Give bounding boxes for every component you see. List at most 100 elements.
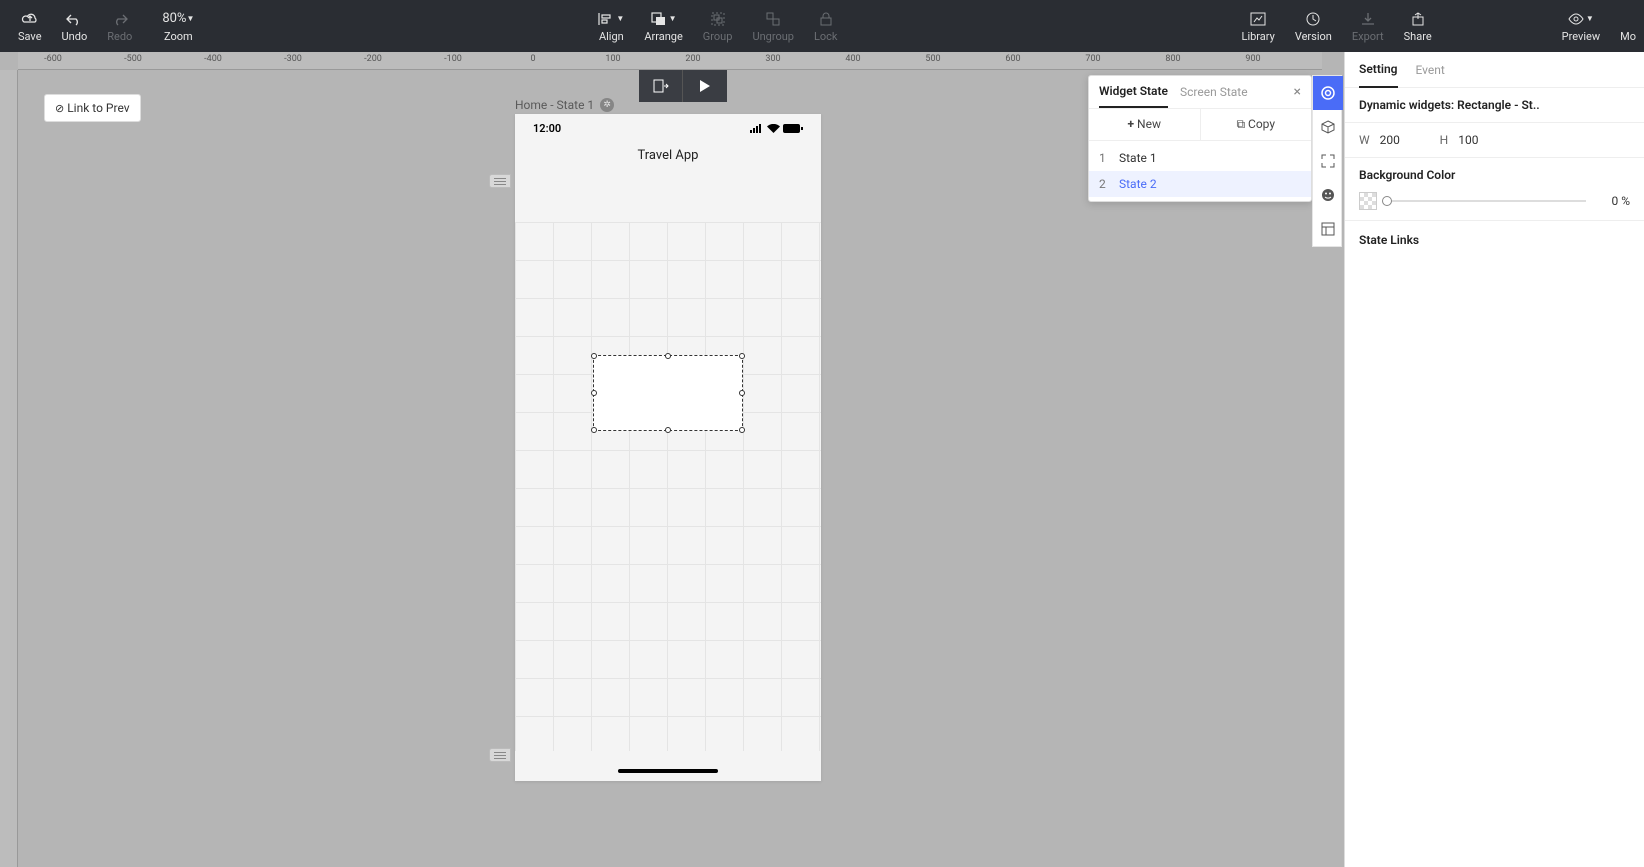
smiley-icon[interactable] bbox=[1313, 178, 1343, 212]
resize-handle[interactable] bbox=[739, 427, 745, 433]
tab-widget-state[interactable]: Widget State bbox=[1099, 84, 1168, 108]
opacity-slider[interactable] bbox=[1387, 200, 1586, 202]
wifi-icon bbox=[767, 124, 780, 133]
resize-handle[interactable] bbox=[591, 353, 597, 359]
width-label: W bbox=[1359, 133, 1370, 147]
undo-button[interactable]: Undo bbox=[52, 6, 98, 47]
library-label: Library bbox=[1242, 30, 1275, 43]
height-input[interactable] bbox=[1458, 133, 1508, 147]
layout-icon[interactable] bbox=[1313, 212, 1343, 246]
link-handle-top[interactable] bbox=[489, 174, 511, 188]
export-label: Export bbox=[1352, 30, 1384, 43]
undo-label: Undo bbox=[62, 30, 88, 43]
width-input[interactable] bbox=[1380, 133, 1430, 147]
state-row[interactable]: 2 State 2 bbox=[1089, 171, 1311, 197]
lock-button[interactable]: Lock bbox=[804, 6, 848, 47]
link-icon: ⊘ bbox=[55, 102, 64, 115]
state-number: 2 bbox=[1099, 177, 1119, 191]
cube-icon[interactable] bbox=[1313, 110, 1343, 144]
zoom-value: 80% bbox=[162, 11, 186, 26]
library-button[interactable]: Library bbox=[1232, 6, 1285, 47]
resize-handle[interactable] bbox=[665, 353, 671, 359]
home-indicator bbox=[618, 769, 718, 773]
preview-button[interactable]: ▼ Preview bbox=[1552, 6, 1610, 47]
signal-icon bbox=[750, 124, 764, 133]
link-to-prev-button[interactable]: ⊘ Link to Prev bbox=[44, 94, 141, 122]
bg-color-label: Background Color bbox=[1359, 168, 1630, 182]
opacity-value: 0 % bbox=[1596, 194, 1630, 208]
link-handle-bottom[interactable] bbox=[489, 748, 511, 762]
resize-handle[interactable] bbox=[739, 390, 745, 396]
resize-handle[interactable] bbox=[591, 427, 597, 433]
copy-state-button[interactable]: ⧉ Copy bbox=[1201, 109, 1312, 140]
arrange-button[interactable]: ▼ Arrange bbox=[634, 6, 692, 47]
breadcrumb: Home - State 1 ✲ bbox=[515, 98, 614, 112]
expand-icon[interactable] bbox=[1313, 144, 1343, 178]
play-button[interactable] bbox=[683, 70, 727, 102]
version-button[interactable]: Version bbox=[1285, 6, 1342, 47]
more-label: Mo bbox=[1620, 30, 1636, 43]
state-links-label: State Links bbox=[1345, 221, 1644, 259]
preview-label: Preview bbox=[1562, 30, 1600, 43]
dynamic-widgets-label: Dynamic widgets: Rectangle - St.. bbox=[1359, 98, 1630, 112]
ungroup-button[interactable]: Ungroup bbox=[742, 6, 804, 47]
cloud-upload-icon bbox=[21, 10, 39, 28]
ruler-vertical bbox=[0, 70, 18, 867]
version-label: Version bbox=[1295, 30, 1332, 43]
breadcrumb-text[interactable]: Home - State 1 bbox=[515, 98, 594, 112]
phone-time: 12:00 bbox=[533, 122, 561, 135]
save-button[interactable]: Save bbox=[8, 6, 52, 47]
exit-button[interactable] bbox=[639, 70, 683, 102]
save-label: Save bbox=[18, 30, 42, 43]
ungroup-label: Ungroup bbox=[752, 30, 794, 43]
redo-label: Redo bbox=[107, 30, 132, 43]
more-button[interactable]: Mo bbox=[1610, 6, 1636, 47]
zoom-control[interactable]: 80% ▼ Zoom bbox=[152, 6, 204, 47]
floating-actions bbox=[639, 70, 727, 102]
color-swatch[interactable] bbox=[1359, 192, 1377, 210]
phone-statusbar: 12:00 bbox=[515, 114, 821, 142]
align-button[interactable]: ▼ Align bbox=[588, 6, 634, 47]
height-label: H bbox=[1440, 133, 1449, 147]
library-icon bbox=[1250, 10, 1266, 28]
export-icon bbox=[1361, 10, 1375, 28]
zoom-label: Zoom bbox=[164, 30, 193, 43]
resize-handle[interactable] bbox=[591, 390, 597, 396]
properties-panel: Setting Event Dynamic widgets: Rectangle… bbox=[1344, 52, 1644, 867]
resize-handle[interactable] bbox=[665, 427, 671, 433]
link-prev-label: Link to Prev bbox=[67, 101, 129, 115]
ungroup-icon bbox=[766, 10, 780, 28]
tab-screen-state[interactable]: Screen State bbox=[1180, 85, 1248, 107]
selected-rectangle[interactable] bbox=[593, 355, 743, 431]
lock-icon bbox=[820, 10, 832, 28]
group-button[interactable]: Group bbox=[693, 6, 743, 47]
target-icon[interactable] bbox=[1313, 76, 1343, 110]
ruler-horizontal: -700-600-500-400-300-200-100010020030040… bbox=[18, 52, 1322, 70]
redo-icon bbox=[112, 10, 128, 28]
arrange-label: Arrange bbox=[644, 30, 682, 43]
widget-state-panel: Widget State Screen State × + New ⧉ Copy… bbox=[1088, 75, 1312, 202]
redo-button[interactable]: Redo bbox=[97, 6, 142, 47]
export-button[interactable]: Export bbox=[1342, 6, 1394, 47]
close-icon[interactable]: × bbox=[1294, 84, 1301, 108]
tab-event[interactable]: Event bbox=[1416, 53, 1445, 87]
align-label: Align bbox=[599, 30, 624, 43]
side-rail bbox=[1312, 75, 1342, 247]
tab-setting[interactable]: Setting bbox=[1359, 52, 1398, 88]
share-button[interactable]: Share bbox=[1394, 6, 1442, 47]
lock-label: Lock bbox=[814, 30, 838, 43]
gear-icon[interactable]: ✲ bbox=[600, 98, 614, 112]
state-name: State 1 bbox=[1119, 151, 1157, 165]
state-name: State 2 bbox=[1119, 177, 1157, 191]
group-label: Group bbox=[703, 30, 733, 43]
align-icon: ▼ bbox=[598, 10, 624, 28]
new-state-button[interactable]: + New bbox=[1089, 109, 1201, 140]
resize-handle[interactable] bbox=[739, 353, 745, 359]
copy-icon: ⧉ bbox=[1236, 117, 1245, 131]
preview-icon: ▼ bbox=[1568, 10, 1594, 28]
share-icon bbox=[1411, 10, 1425, 28]
phone-title: Travel App bbox=[515, 142, 821, 175]
battery-icon bbox=[783, 124, 803, 133]
phone-grid bbox=[515, 222, 821, 751]
state-row[interactable]: 1 State 1 bbox=[1089, 145, 1311, 171]
